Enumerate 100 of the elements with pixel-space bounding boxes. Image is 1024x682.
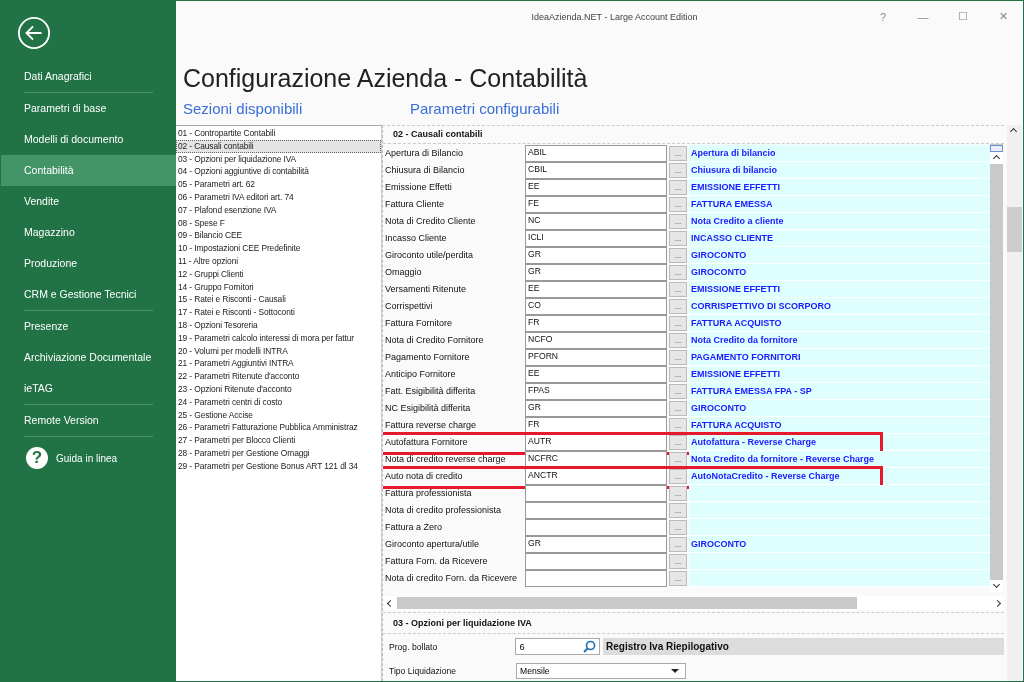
sidebar-item[interactable]: Dati Anagrafici bbox=[1, 61, 176, 92]
browse-button[interactable]: ... bbox=[669, 554, 687, 569]
browse-button[interactable]: ... bbox=[669, 231, 687, 246]
browse-button[interactable]: ... bbox=[669, 316, 687, 331]
browse-button[interactable]: ... bbox=[669, 350, 687, 365]
list-item[interactable]: 11 - Altre opzioni bbox=[176, 254, 381, 268]
maximize-button[interactable]: ☐ bbox=[943, 1, 983, 32]
input-field[interactable]: GR bbox=[525, 400, 667, 417]
input-field[interactable] bbox=[525, 519, 667, 536]
browse-button[interactable]: ... bbox=[669, 299, 687, 314]
list-item[interactable]: 04 - Opzioni aggiuntive di contabilità bbox=[176, 165, 381, 179]
browse-button[interactable]: ... bbox=[669, 197, 687, 212]
list-item[interactable]: 15 - Ratei e Risconti - Causali bbox=[176, 293, 381, 307]
minimize-button[interactable]: — bbox=[903, 1, 943, 32]
list-item[interactable]: 08 - Spese F bbox=[176, 216, 381, 230]
sidebar-item[interactable]: CRM e Gestione Tecnici bbox=[1, 279, 176, 310]
list-item[interactable]: 24 - Parametri centri di costo bbox=[176, 395, 381, 409]
browse-button[interactable]: ... bbox=[669, 469, 687, 484]
vertical-scrollbar[interactable] bbox=[990, 144, 1003, 592]
list-item[interactable]: 05 - Parametri art. 62 bbox=[176, 178, 381, 191]
list-item[interactable]: 17 - Ratei e Risconti - Sottoconti bbox=[176, 306, 381, 319]
list-item[interactable]: 25 - Gestione Accise bbox=[176, 408, 381, 422]
list-item[interactable]: 20 - Volumi per modelli INTRA bbox=[176, 344, 381, 358]
list-item[interactable]: 06 - Parametri IVA editori art. 74 bbox=[176, 191, 381, 204]
search-icon[interactable] bbox=[583, 640, 596, 654]
input-field[interactable]: NC bbox=[525, 213, 667, 230]
input-field[interactable]: FPAS bbox=[525, 383, 667, 400]
input-field[interactable] bbox=[525, 485, 667, 502]
help-icon[interactable]: ? bbox=[26, 447, 48, 469]
input-field[interactable]: EE bbox=[525, 179, 667, 196]
help-button[interactable]: ? bbox=[863, 1, 903, 32]
list-item[interactable]: 18 - Opzioni Tesoreria bbox=[176, 318, 381, 332]
input-field[interactable] bbox=[525, 502, 667, 519]
list-item[interactable]: 10 - Impostazioni CEE Predefinite bbox=[176, 242, 381, 255]
list-item[interactable]: 22 - Parametri Ritenute d'acconto bbox=[176, 370, 381, 383]
list-item[interactable]: 14 - Gruppo Fornitori bbox=[176, 280, 381, 294]
input-field[interactable]: PFORN bbox=[525, 349, 667, 366]
browse-button[interactable]: ... bbox=[669, 282, 687, 297]
sidebar-item[interactable]: ieTAG bbox=[1, 373, 176, 404]
sidebar-item[interactable]: Parametri di base bbox=[1, 93, 176, 124]
browse-button[interactable]: ... bbox=[669, 486, 687, 501]
input-field[interactable]: GR bbox=[525, 536, 667, 553]
browse-button[interactable]: ... bbox=[669, 180, 687, 195]
list-item[interactable]: 07 - Plafond esenzione IVA bbox=[176, 203, 381, 217]
list-item[interactable]: 19 - Parametri calcolo interessi di mora per fattur bbox=[176, 331, 381, 345]
input-field[interactable]: GR bbox=[525, 264, 667, 281]
browse-button[interactable]: ... bbox=[669, 401, 687, 416]
browse-button[interactable]: ... bbox=[669, 163, 687, 178]
sidebar-item[interactable]: Vendite bbox=[1, 186, 176, 217]
list-item[interactable]: 26 - Parametri Fatturazione Pubblica Amministraz bbox=[176, 421, 381, 435]
sidebar-item[interactable]: Archiviazione Documentale bbox=[1, 342, 176, 373]
vertical-scrollbar[interactable] bbox=[1007, 125, 1022, 681]
description-cell: EMISSIONE EFFETTI bbox=[689, 179, 990, 196]
list-item[interactable]: 27 - Parametri per Blocco Clienti bbox=[176, 434, 381, 447]
list-item[interactable]: 28 - Parametri per Gestione Omaggi bbox=[176, 446, 381, 460]
input-field[interactable]: FE bbox=[525, 196, 667, 213]
input-field[interactable] bbox=[525, 553, 667, 570]
sidebar-item[interactable]: Modelli di documento bbox=[1, 124, 176, 155]
list-item[interactable]: 01 - Contropartite Contabili bbox=[176, 127, 381, 140]
help-link[interactable]: Guida in linea bbox=[56, 452, 118, 464]
sidebar-item[interactable]: Remote Version bbox=[1, 405, 176, 436]
sidebar-item[interactable]: Contabilità bbox=[1, 155, 176, 186]
browse-button[interactable]: ... bbox=[669, 384, 687, 399]
browse-button[interactable]: ... bbox=[669, 367, 687, 382]
input-field[interactable]: EE bbox=[525, 366, 667, 383]
browse-button[interactable]: ... bbox=[669, 435, 687, 450]
input-field[interactable]: FR bbox=[525, 315, 667, 332]
input-field[interactable]: EE bbox=[525, 281, 667, 298]
input-field[interactable]: NCFO bbox=[525, 332, 667, 349]
browse-button[interactable]: ... bbox=[669, 571, 687, 586]
browse-button[interactable]: ... bbox=[669, 537, 687, 552]
input-field[interactable]: CO bbox=[525, 298, 667, 315]
list-item[interactable]: 21 - Parametri Aggiuntivi INTRA bbox=[176, 357, 381, 371]
list-item[interactable]: 29 - Parametri per Gestione Bonus ART 121 dl 34 bbox=[176, 459, 381, 473]
input-field[interactable]: CBIL bbox=[525, 162, 667, 179]
close-button[interactable]: ✕ bbox=[983, 1, 1023, 32]
sidebar-item[interactable]: Produzione bbox=[1, 248, 176, 279]
list-item[interactable]: 12 - Gruppi Clienti bbox=[176, 267, 381, 281]
horizontal-scrollbar[interactable] bbox=[383, 595, 1004, 610]
input-field[interactable]: GR bbox=[525, 247, 667, 264]
sidebar-item[interactable]: Presenze bbox=[1, 311, 176, 342]
input-field[interactable]: 6 bbox=[515, 638, 600, 656]
input-field[interactable] bbox=[525, 570, 667, 587]
browse-button[interactable]: ... bbox=[669, 503, 687, 518]
browse-button[interactable]: ... bbox=[669, 333, 687, 348]
dropdown[interactable]: Mensile bbox=[516, 662, 686, 679]
sidebar-item[interactable]: Magazzino bbox=[1, 217, 176, 248]
description-cell: GIROCONTO bbox=[689, 247, 990, 264]
browse-button[interactable]: ... bbox=[669, 214, 687, 229]
browse-button[interactable]: ... bbox=[669, 265, 687, 280]
browse-button[interactable]: ... bbox=[669, 248, 687, 263]
input-field[interactable]: ABIL bbox=[525, 145, 667, 162]
list-item[interactable]: 23 - Opzioni Ritenute d'acconto bbox=[176, 382, 381, 396]
browse-button[interactable]: ... bbox=[669, 520, 687, 535]
field-label: Nota di credito professionista bbox=[384, 504, 503, 517]
list-item[interactable]: 09 - Bilancio CEE bbox=[176, 229, 381, 243]
browse-button[interactable]: ... bbox=[669, 146, 687, 161]
input-field[interactable]: ICLI bbox=[525, 230, 667, 247]
list-item[interactable]: 03 - Opzioni per liquidazione IVA bbox=[176, 152, 381, 166]
list-item[interactable]: 02 - Causali contabili bbox=[176, 139, 381, 153]
